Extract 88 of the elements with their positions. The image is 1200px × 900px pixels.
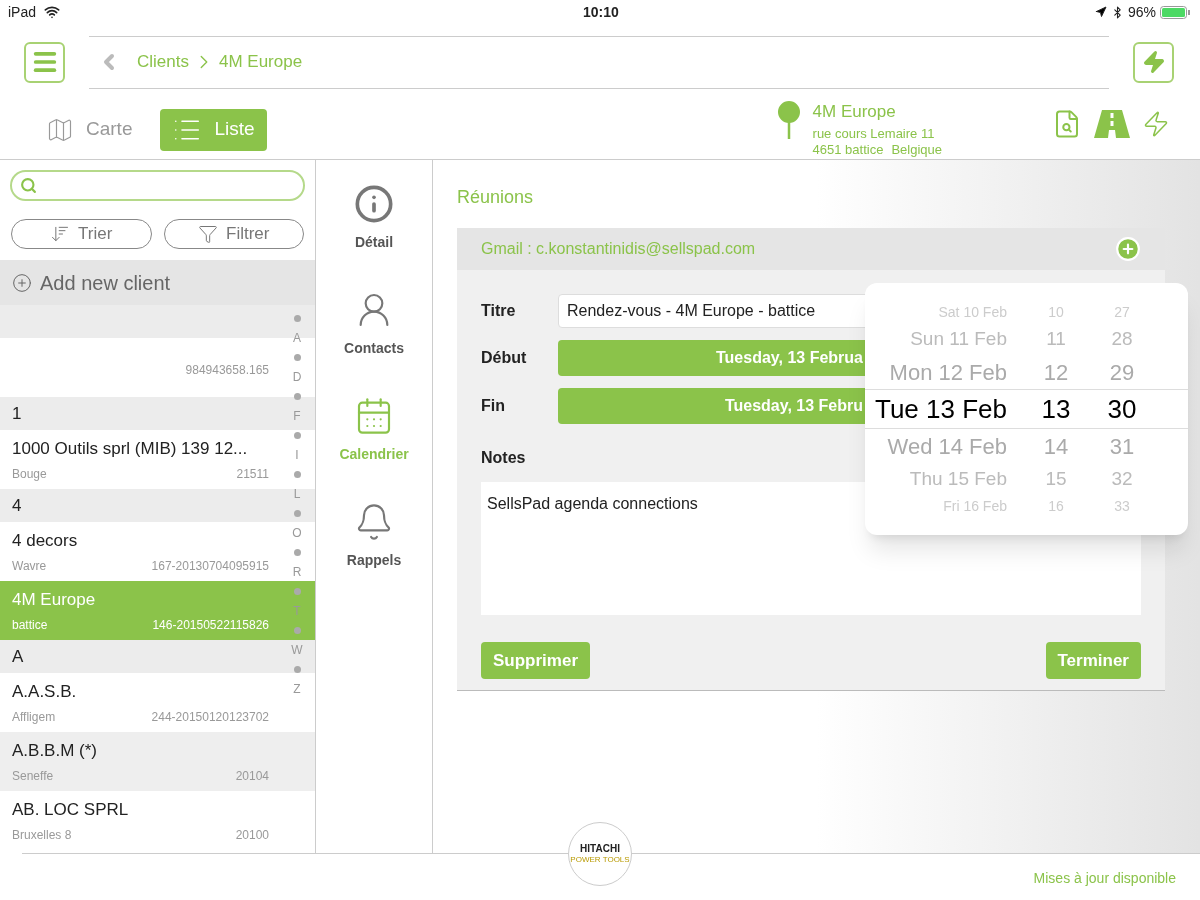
picker-minute[interactable]: 30 bbox=[1089, 389, 1155, 429]
index-letter[interactable]: I bbox=[295, 449, 299, 461]
field-label: Notes bbox=[481, 448, 526, 468]
index-letter[interactable]: Z bbox=[293, 683, 301, 695]
view-tab[interactable]: Carte bbox=[34, 108, 145, 151]
quick-action-button[interactable] bbox=[1133, 41, 1174, 83]
picker-minute[interactable]: 28 bbox=[1089, 324, 1155, 354]
client-code: 244-20150120123702 bbox=[151, 709, 269, 727]
filter-icon bbox=[198, 224, 218, 244]
picker-minute[interactable]: 29 bbox=[1089, 355, 1155, 389]
index-letter[interactable]: F bbox=[293, 410, 301, 422]
location-pin-icon bbox=[776, 100, 801, 141]
field-label: Début bbox=[481, 348, 528, 368]
field-label: Titre bbox=[481, 301, 517, 321]
picker-hour[interactable]: 13 bbox=[1023, 389, 1089, 429]
client-name: AB. LOC SPRL bbox=[12, 798, 130, 821]
client-code: 20104 bbox=[235, 768, 269, 786]
field-label: Fin bbox=[481, 396, 506, 416]
client-city: Seneffe bbox=[12, 768, 54, 786]
picker-date[interactable]: Mon 12 Feb bbox=[865, 355, 1023, 389]
section-letter: 1 bbox=[12, 402, 22, 425]
client-city: battice bbox=[12, 617, 48, 635]
client-name: 4M Europe bbox=[12, 588, 97, 611]
date-button[interactable]: Tuesday, 13 Febru bbox=[558, 388, 865, 424]
index-letter[interactable]: O bbox=[292, 527, 302, 539]
index-letter[interactable]: W bbox=[291, 644, 303, 656]
picker-date[interactable]: Wed 14 Feb bbox=[865, 429, 1023, 463]
client-code: 21511 bbox=[236, 466, 269, 484]
search-field[interactable] bbox=[10, 170, 305, 201]
client-country: Belgique bbox=[891, 142, 942, 159]
picker-date[interactable]: Tue 13 Feb bbox=[865, 389, 1023, 429]
client-code: 984943658.165 bbox=[185, 361, 269, 379]
battery-icon bbox=[1160, 5, 1192, 19]
client-code: 20100 bbox=[235, 827, 269, 845]
nav-tab[interactable]: Rappels bbox=[324, 494, 424, 578]
nav-tab[interactable]: Détail bbox=[324, 176, 424, 260]
picker-hour[interactable]: 11 bbox=[1023, 324, 1089, 354]
client-city: 4651 battice bbox=[812, 142, 884, 159]
client-code: 167-20130704095915 bbox=[151, 558, 269, 576]
device-name: iPad bbox=[8, 2, 37, 22]
section-title: Réunions bbox=[457, 186, 535, 209]
picker-hour[interactable]: 14 bbox=[1023, 429, 1089, 463]
client-name: A.B.B.M (*) bbox=[12, 739, 98, 762]
section-letter: A bbox=[12, 645, 24, 668]
logo-name: HITACHI bbox=[580, 844, 620, 854]
location-icon bbox=[1094, 6, 1107, 18]
client-name: 4M Europe bbox=[812, 100, 897, 122]
wifi-icon bbox=[44, 4, 61, 20]
breadcrumb-link[interactable]: 4M Europe bbox=[218, 49, 303, 75]
index-letter[interactable]: T bbox=[293, 605, 301, 617]
menu-button[interactable] bbox=[24, 41, 65, 83]
battery-percent: 96% bbox=[1127, 2, 1156, 22]
add-icon[interactable] bbox=[1115, 236, 1141, 262]
picker-minute[interactable]: 31 bbox=[1089, 429, 1155, 463]
plus-icon bbox=[12, 272, 32, 293]
bolt-icon[interactable] bbox=[1142, 109, 1170, 138]
client-row[interactable]: A.B.B.M (*) Seneffe 20104 bbox=[0, 732, 315, 791]
update-notice[interactable]: Mises à jour disponible bbox=[1033, 867, 1176, 889]
client-name: 4 decors bbox=[12, 529, 79, 552]
account-label: Gmail : c.konstantinidis@sellspad.com bbox=[481, 239, 756, 259]
index-letter[interactable]: R bbox=[292, 566, 302, 578]
add-client-button[interactable]: Add new client bbox=[0, 260, 315, 305]
bolt-icon bbox=[1141, 50, 1166, 74]
logo-tagline: POWER TOOLS bbox=[570, 856, 630, 864]
section-letter: 4 bbox=[12, 494, 22, 517]
index-letter[interactable]: L bbox=[293, 488, 301, 500]
client-name: 1000 Outils sprl (MIB) 139 12... bbox=[12, 437, 249, 460]
index-letter[interactable]: D bbox=[292, 371, 302, 383]
picker-hour[interactable]: 12 bbox=[1023, 355, 1089, 389]
breadcrumb-link[interactable]: Clients bbox=[137, 49, 189, 75]
done-button[interactable]: Terminer bbox=[1045, 642, 1141, 679]
client-city: Bruxelles 8 bbox=[12, 827, 72, 845]
client-street: rue cours Lemaire 11 bbox=[812, 125, 936, 143]
delete-button[interactable]: Supprimer bbox=[481, 642, 591, 679]
sort-icon bbox=[50, 224, 71, 244]
clock: 10:10 bbox=[583, 2, 619, 22]
client-city: Wavre bbox=[12, 558, 47, 576]
road-icon[interactable] bbox=[1094, 109, 1130, 138]
client-code: 146-20150522115826 bbox=[152, 617, 269, 635]
nav-tab[interactable]: Contacts bbox=[324, 282, 424, 366]
date-button[interactable]: Tuesday, 13 Februa bbox=[558, 340, 865, 376]
client-name: A.A.S.B. bbox=[12, 680, 78, 703]
client-city: Bouge bbox=[12, 466, 47, 484]
view-tab[interactable]: Liste bbox=[160, 108, 267, 151]
client-city: Affligem bbox=[12, 709, 56, 727]
info-icon bbox=[354, 183, 394, 224]
search-icon bbox=[20, 177, 37, 194]
nav-tab[interactable]: Calendrier bbox=[324, 388, 424, 472]
